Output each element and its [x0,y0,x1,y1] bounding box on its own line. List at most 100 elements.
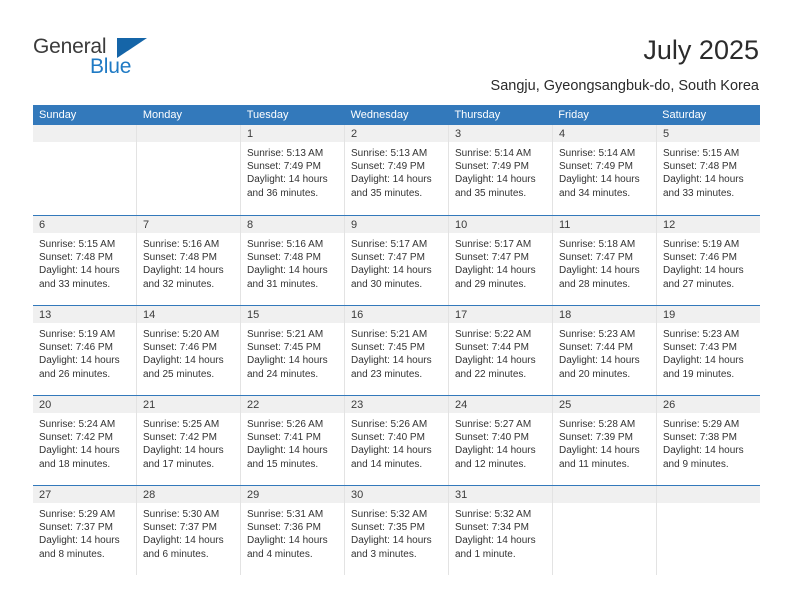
day-cell[interactable]: 15 Sunrise: 5:21 AM Sunset: 7:45 PM Dayl… [241,306,345,395]
day-cell[interactable]: 11 Sunrise: 5:18 AM Sunset: 7:47 PM Dayl… [553,216,657,305]
day-number-band: 7 [137,216,240,234]
weekday-header-wednesday: Wednesday [350,109,409,121]
day-number: 29 [247,489,260,501]
day-cell[interactable]: 27 Sunrise: 5:29 AM Sunset: 7:37 PM Dayl… [33,486,137,575]
logo-text-general: General [33,35,107,58]
daylight-text: Daylight: 14 hours and 11 minutes. [559,445,640,470]
day-cell[interactable]: 8 Sunrise: 5:16 AM Sunset: 7:48 PM Dayli… [241,216,345,305]
day-cell[interactable] [553,486,657,575]
day-cell[interactable]: 29 Sunrise: 5:31 AM Sunset: 7:36 PM Dayl… [241,486,345,575]
sunrise-text: Sunrise: 5:31 AM [247,509,324,520]
day-cell[interactable]: 24 Sunrise: 5:27 AM Sunset: 7:40 PM Dayl… [449,396,553,485]
day-number-band: 24 [449,396,552,414]
day-cell[interactable]: 3 Sunrise: 5:14 AM Sunset: 7:49 PM Dayli… [449,125,553,215]
day-cell[interactable] [33,125,137,215]
day-info: Sunrise: 5:28 AM Sunset: 7:39 PM Dayligh… [553,414,656,471]
daylight-text: Daylight: 14 hours and 34 minutes. [559,174,640,199]
daylight-text: Daylight: 14 hours and 35 minutes. [455,174,536,199]
daylight-text: Daylight: 14 hours and 31 minutes. [247,265,328,290]
day-number: 14 [143,309,156,321]
sunset-text: Sunset: 7:42 PM [143,432,217,444]
day-cell[interactable]: 7 Sunrise: 5:16 AM Sunset: 7:48 PM Dayli… [137,216,241,305]
sunrise-text: Sunrise: 5:23 AM [663,329,740,340]
weekday-header-sunday: Sunday [39,109,77,121]
day-cell[interactable]: 1 Sunrise: 5:13 AM Sunset: 7:49 PM Dayli… [241,125,345,215]
day-cell[interactable] [657,486,760,575]
sunset-text: Sunset: 7:46 PM [39,342,113,354]
general-blue-logo[interactable]: General Blue [33,36,213,86]
day-cell[interactable]: 19 Sunrise: 5:23 AM Sunset: 7:43 PM Dayl… [657,306,760,395]
day-cell[interactable]: 2 Sunrise: 5:13 AM Sunset: 7:49 PM Dayli… [345,125,449,215]
daylight-text: Daylight: 14 hours and 4 minutes. [247,535,328,560]
sunrise-text: Sunrise: 5:16 AM [143,239,220,250]
day-cell[interactable]: 9 Sunrise: 5:17 AM Sunset: 7:47 PM Dayli… [345,216,449,305]
day-cell[interactable]: 16 Sunrise: 5:21 AM Sunset: 7:45 PM Dayl… [345,306,449,395]
sunrise-text: Sunrise: 5:32 AM [455,509,532,520]
daylight-text: Daylight: 14 hours and 36 minutes. [247,174,328,199]
day-cell[interactable]: 13 Sunrise: 5:19 AM Sunset: 7:46 PM Dayl… [33,306,137,395]
day-info: Sunrise: 5:23 AM Sunset: 7:43 PM Dayligh… [657,324,760,381]
day-cell[interactable]: 21 Sunrise: 5:25 AM Sunset: 7:42 PM Dayl… [137,396,241,485]
day-info: Sunrise: 5:24 AM Sunset: 7:42 PM Dayligh… [33,414,136,471]
day-number-band: 3 [449,125,552,143]
day-cell[interactable]: 6 Sunrise: 5:15 AM Sunset: 7:48 PM Dayli… [33,216,137,305]
day-cell[interactable]: 18 Sunrise: 5:23 AM Sunset: 7:44 PM Dayl… [553,306,657,395]
sunset-text: Sunset: 7:49 PM [559,161,633,173]
sunset-text: Sunset: 7:39 PM [559,432,633,444]
sunset-text: Sunset: 7:40 PM [351,432,425,444]
day-info: Sunrise: 5:27 AM Sunset: 7:40 PM Dayligh… [449,414,552,471]
day-number: 9 [351,219,358,231]
day-cell[interactable]: 26 Sunrise: 5:29 AM Sunset: 7:38 PM Dayl… [657,396,760,485]
sunrise-text: Sunrise: 5:17 AM [351,239,428,250]
day-info: Sunrise: 5:18 AM Sunset: 7:47 PM Dayligh… [553,234,656,291]
daylight-text: Daylight: 14 hours and 14 minutes. [351,445,432,470]
day-number: 11 [559,219,571,231]
day-cell[interactable]: 20 Sunrise: 5:24 AM Sunset: 7:42 PM Dayl… [33,396,137,485]
day-number: 15 [247,309,260,321]
day-cell[interactable]: 4 Sunrise: 5:14 AM Sunset: 7:49 PM Dayli… [553,125,657,215]
day-info: Sunrise: 5:21 AM Sunset: 7:45 PM Dayligh… [345,324,448,381]
day-cell[interactable]: 22 Sunrise: 5:26 AM Sunset: 7:41 PM Dayl… [241,396,345,485]
day-cell[interactable] [137,125,241,215]
day-cell[interactable]: 31 Sunrise: 5:32 AM Sunset: 7:34 PM Dayl… [449,486,553,575]
day-number: 30 [351,489,364,501]
day-info: Sunrise: 5:16 AM Sunset: 7:48 PM Dayligh… [241,234,344,291]
day-number-band: 1 [241,125,344,143]
sunset-text: Sunset: 7:44 PM [559,342,633,354]
sunset-text: Sunset: 7:42 PM [39,432,113,444]
day-cell[interactable]: 23 Sunrise: 5:26 AM Sunset: 7:40 PM Dayl… [345,396,449,485]
sunrise-text: Sunrise: 5:16 AM [247,239,324,250]
day-number-band: 11 [553,216,656,234]
day-number: 1 [247,128,254,140]
day-number-band: 18 [553,306,656,324]
weekday-header-tuesday: Tuesday [246,109,289,121]
day-cell[interactable]: 10 Sunrise: 5:17 AM Sunset: 7:47 PM Dayl… [449,216,553,305]
day-cell[interactable]: 5 Sunrise: 5:15 AM Sunset: 7:48 PM Dayli… [657,125,760,215]
daylight-text: Daylight: 14 hours and 32 minutes. [143,265,224,290]
day-info: Sunrise: 5:32 AM Sunset: 7:34 PM Dayligh… [449,504,552,561]
day-cell[interactable]: 12 Sunrise: 5:19 AM Sunset: 7:46 PM Dayl… [657,216,760,305]
sunrise-text: Sunrise: 5:27 AM [455,419,532,430]
daylight-text: Daylight: 14 hours and 12 minutes. [455,445,536,470]
sunrise-text: Sunrise: 5:26 AM [247,419,324,430]
sunrise-text: Sunrise: 5:28 AM [559,419,636,430]
day-cell[interactable]: 28 Sunrise: 5:30 AM Sunset: 7:37 PM Dayl… [137,486,241,575]
weekday-header-row: Sunday Monday Tuesday Wednesday Thursday… [33,105,760,125]
sunrise-text: Sunrise: 5:18 AM [559,239,636,250]
sunset-text: Sunset: 7:48 PM [663,161,737,173]
day-number-band: 20 [33,396,136,414]
day-cell[interactable]: 30 Sunrise: 5:32 AM Sunset: 7:35 PM Dayl… [345,486,449,575]
day-cell[interactable]: 17 Sunrise: 5:22 AM Sunset: 7:44 PM Dayl… [449,306,553,395]
day-number: 16 [351,309,364,321]
day-number: 3 [455,128,462,140]
day-number-band: 9 [345,216,448,234]
day-cell[interactable]: 14 Sunrise: 5:20 AM Sunset: 7:46 PM Dayl… [137,306,241,395]
day-number: 4 [559,128,566,140]
calendar-page: General Blue July 2025 Sangju, Gyeongsan… [0,0,792,612]
daylight-text: Daylight: 14 hours and 33 minutes. [39,265,120,290]
weekday-header-monday: Monday [142,109,182,121]
day-cell[interactable]: 25 Sunrise: 5:28 AM Sunset: 7:39 PM Dayl… [553,396,657,485]
week-row: 6 Sunrise: 5:15 AM Sunset: 7:48 PM Dayli… [33,215,760,305]
day-info: Sunrise: 5:14 AM Sunset: 7:49 PM Dayligh… [553,143,656,200]
sunrise-text: Sunrise: 5:17 AM [455,239,532,250]
